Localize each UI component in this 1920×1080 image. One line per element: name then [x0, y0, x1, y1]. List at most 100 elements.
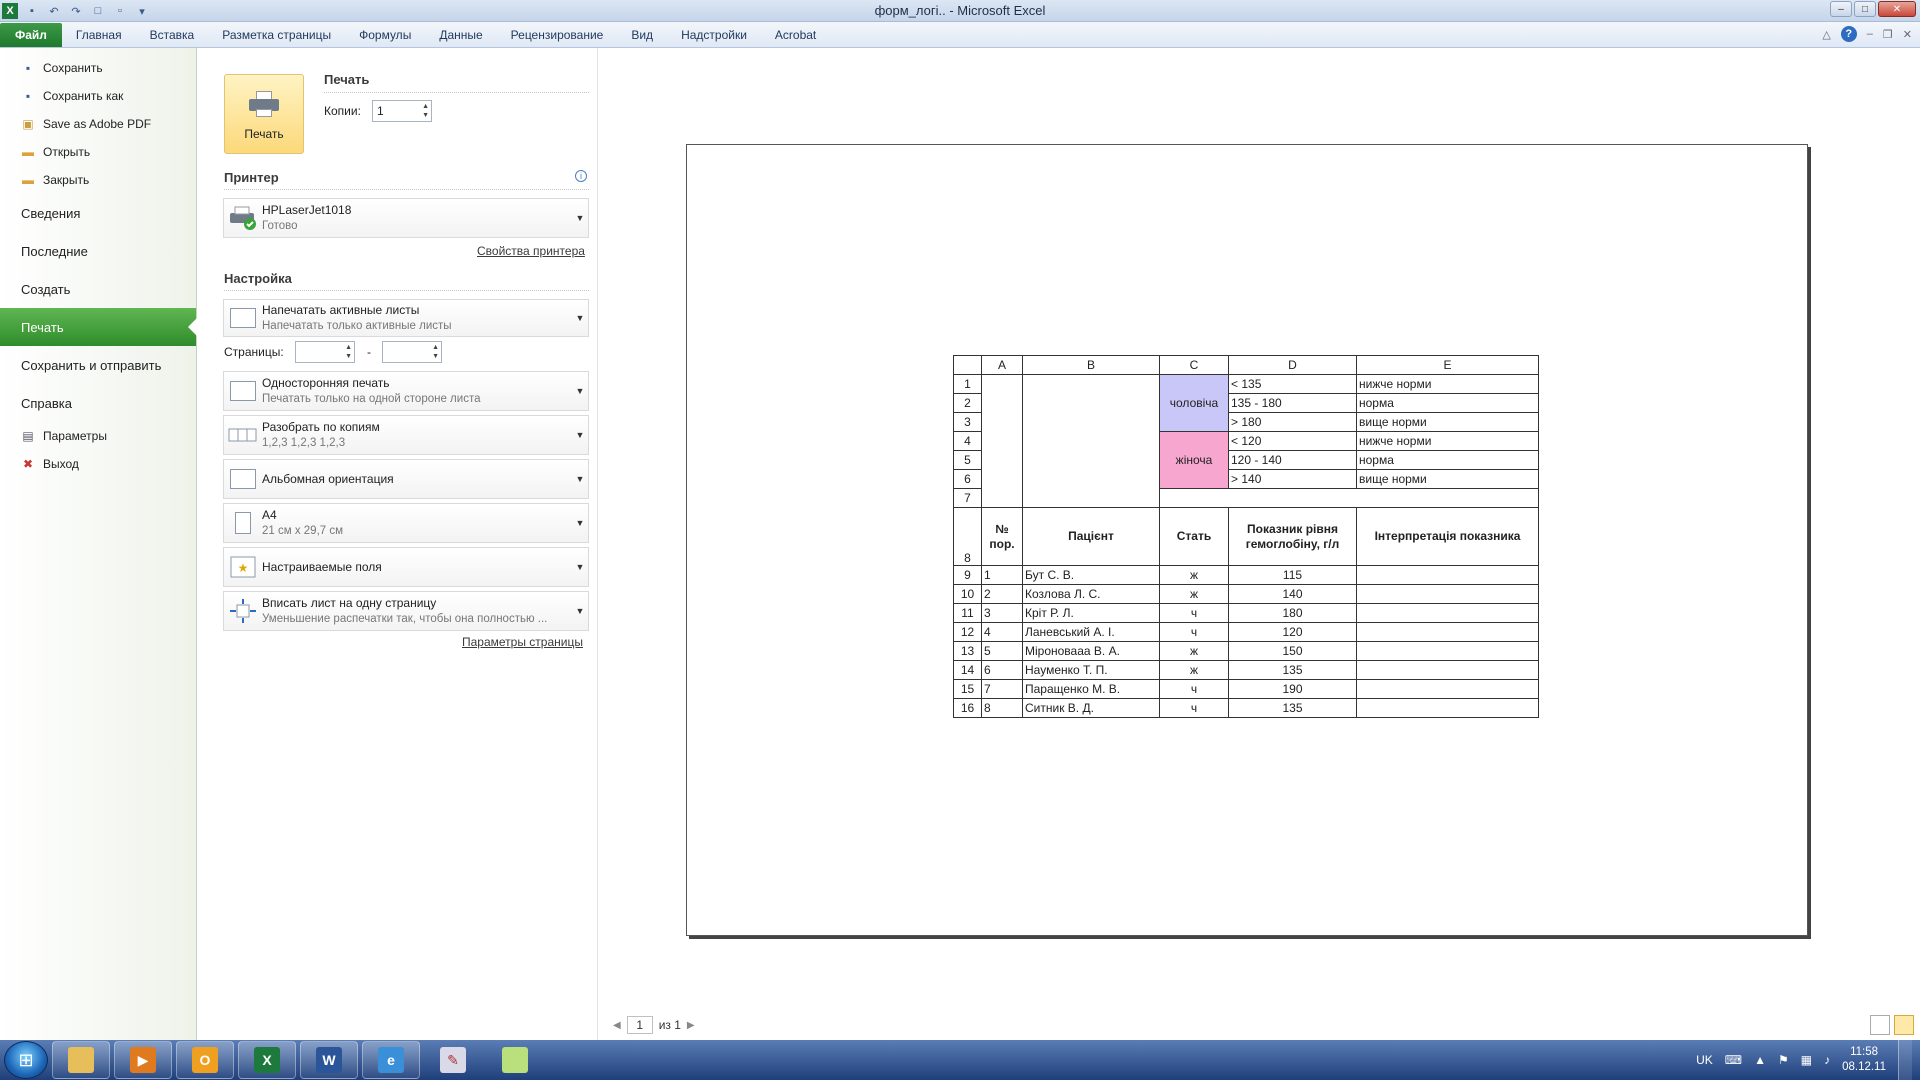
tab-insert[interactable]: Вставка — [136, 23, 209, 47]
print-what-select[interactable]: Напечатать активные листы Напечатать толь… — [223, 299, 589, 337]
taskbar-paint[interactable]: ✎ — [424, 1041, 482, 1079]
tab-home[interactable]: Главная — [62, 23, 136, 47]
sides-select[interactable]: Односторонняя печать Печатать только на о… — [223, 371, 589, 411]
workbook-close-icon[interactable]: ✕ — [1903, 28, 1912, 41]
tab-page-layout[interactable]: Разметка страницы — [208, 23, 345, 47]
zoom-to-page-button[interactable] — [1894, 1015, 1914, 1035]
maximize-button[interactable]: □ — [1854, 1, 1876, 17]
printer-properties-link[interactable]: Свойства принтера — [477, 244, 585, 258]
settings-section-title: Настройка — [224, 271, 292, 286]
patient-hb-cell: 180 — [1228, 603, 1357, 623]
patient-interp-cell — [1356, 641, 1539, 661]
pages-from-stepper[interactable]: ▲ ▼ — [295, 341, 355, 363]
taskbar-sticky-notes[interactable] — [486, 1041, 544, 1079]
stepper-arrows-icon[interactable]: ▲ ▼ — [432, 343, 439, 361]
internet-explorer-icon: e — [378, 1047, 404, 1073]
close-window-button[interactable]: ✕ — [1878, 1, 1916, 17]
copies-stepper[interactable]: 1 ▲ ▼ — [372, 100, 432, 122]
norm-cell: норма — [1356, 393, 1539, 413]
nav-save-send[interactable]: Сохранить и отправить — [0, 346, 196, 384]
nav-open[interactable]: ▬ Открыть — [0, 138, 196, 166]
tab-file[interactable]: Файл — [0, 23, 62, 47]
collate-select[interactable]: Разобрать по копиям 1,2,3 1,2,3 1,2,3 ▼ — [223, 415, 589, 455]
divider — [324, 92, 589, 93]
header-interpretation: Інтерпретація показника — [1356, 507, 1539, 566]
paper-size-select[interactable]: A4 21 см x 29,7 см ▼ — [223, 503, 589, 543]
tab-review[interactable]: Рецензирование — [497, 23, 618, 47]
row-header: 16 — [953, 698, 982, 718]
tab-data[interactable]: Данные — [425, 23, 496, 47]
show-desktop-button[interactable] — [1898, 1040, 1912, 1080]
paper-sub: 21 см x 29,7 см — [262, 525, 344, 537]
print-button[interactable]: Печать — [224, 74, 304, 154]
show-margins-button[interactable] — [1870, 1015, 1890, 1035]
tab-addins[interactable]: Надстройки — [667, 23, 761, 47]
workbook-restore-icon[interactable]: ❐ — [1883, 28, 1893, 41]
patient-name-cell: Ситник В. Д. — [1022, 698, 1160, 718]
nav-save-pdf[interactable]: ▣ Save as Adobe PDF — [0, 110, 196, 138]
minimize-button[interactable]: – — [1830, 1, 1852, 17]
row-header: 11 — [953, 603, 982, 623]
header-patient: Пацієнт — [1022, 507, 1160, 566]
pages-to-stepper[interactable]: ▲ ▼ — [382, 341, 442, 363]
tab-view[interactable]: Вид — [617, 23, 667, 47]
merged-empty-cell — [1022, 374, 1160, 508]
printer-select[interactable]: HPLaserJet1018 Готово ▼ — [223, 198, 589, 238]
tab-acrobat[interactable]: Acrobat — [761, 23, 830, 47]
keyboard-icon[interactable]: ⌨ — [1725, 1053, 1742, 1067]
sheets-icon — [228, 304, 258, 332]
current-page-input[interactable]: 1 — [626, 1016, 653, 1034]
scaling-select[interactable]: Вписать лист на одну страницу Уменьшение … — [223, 591, 589, 631]
info-icon[interactable]: i — [575, 170, 587, 182]
orientation-title: Альбомная ориентация — [262, 472, 394, 486]
tray-expand-icon[interactable]: ▲ — [1754, 1053, 1766, 1067]
collapse-ribbon-icon[interactable]: △ — [1822, 28, 1830, 41]
nav-help[interactable]: Справка — [0, 384, 196, 422]
patient-no-cell: 4 — [981, 622, 1023, 642]
patient-interp-cell — [1356, 603, 1539, 623]
row-header: 15 — [953, 679, 982, 699]
patient-no-cell: 2 — [981, 584, 1023, 604]
page-count: из 1 — [658, 1018, 681, 1032]
nav-info[interactable]: Сведения — [0, 194, 196, 232]
network-icon[interactable]: ▦ — [1801, 1053, 1812, 1067]
nav-new[interactable]: Создать — [0, 270, 196, 308]
nav-close[interactable]: ▬ Закрыть — [0, 166, 196, 194]
page-setup-link[interactable]: Параметры страницы — [462, 635, 583, 649]
taskbar-outlook[interactable]: O — [176, 1041, 234, 1079]
orientation-select[interactable]: Альбомная ориентация ▼ — [223, 459, 589, 499]
action-center-flag-icon[interactable]: ⚑ — [1778, 1053, 1789, 1067]
nav-save-as[interactable]: ▪ Сохранить как — [0, 82, 196, 110]
margins-select[interactable]: ★ Настраиваемые поля ▼ — [223, 547, 589, 587]
patient-hb-cell: 120 — [1228, 622, 1357, 642]
nav-print[interactable]: Печать — [0, 308, 197, 346]
help-icon[interactable]: ? — [1840, 26, 1857, 42]
previous-page-icon[interactable]: ◀ — [613, 1020, 621, 1031]
taskbar-explorer[interactable] — [52, 1041, 110, 1079]
nav-exit[interactable]: ✖ Выход — [0, 450, 196, 478]
paint-icon: ✎ — [440, 1047, 466, 1073]
clock[interactable]: 11:58 08.12.11 — [1842, 1045, 1886, 1075]
copies-value: 1 — [377, 104, 384, 118]
nav-recent[interactable]: Последние — [0, 232, 196, 270]
collate-icon — [228, 421, 258, 449]
taskbar-ie[interactable]: e — [362, 1041, 420, 1079]
workbook-minimize-icon[interactable]: – — [1867, 28, 1873, 40]
volume-icon[interactable]: ♪ — [1824, 1053, 1830, 1067]
nav-save[interactable]: ▪ Сохранить — [0, 54, 196, 82]
taskbar-excel[interactable]: X — [238, 1041, 296, 1079]
range-cell: 135 - 180 — [1228, 393, 1357, 413]
taskbar-media-player[interactable]: ▶ — [114, 1041, 172, 1079]
start-button[interactable]: ⊞ — [4, 1041, 48, 1079]
taskbar-word[interactable]: W — [300, 1041, 358, 1079]
nav-options[interactable]: ▤ Параметры — [0, 422, 196, 450]
sides-title: Односторонняя печать — [262, 376, 390, 390]
stepper-arrows-icon[interactable]: ▲ ▼ — [345, 343, 352, 361]
next-page-icon[interactable]: ▶ — [687, 1020, 695, 1031]
clock-date: 08.12.11 — [1842, 1061, 1886, 1073]
stepper-arrows-icon[interactable]: ▲ ▼ — [422, 102, 429, 120]
tab-formulas[interactable]: Формулы — [345, 23, 425, 47]
language-indicator[interactable]: UK — [1696, 1053, 1713, 1067]
nav-save-label: Сохранить — [43, 61, 103, 75]
nav-save-pdf-label: Save as Adobe PDF — [43, 117, 152, 131]
